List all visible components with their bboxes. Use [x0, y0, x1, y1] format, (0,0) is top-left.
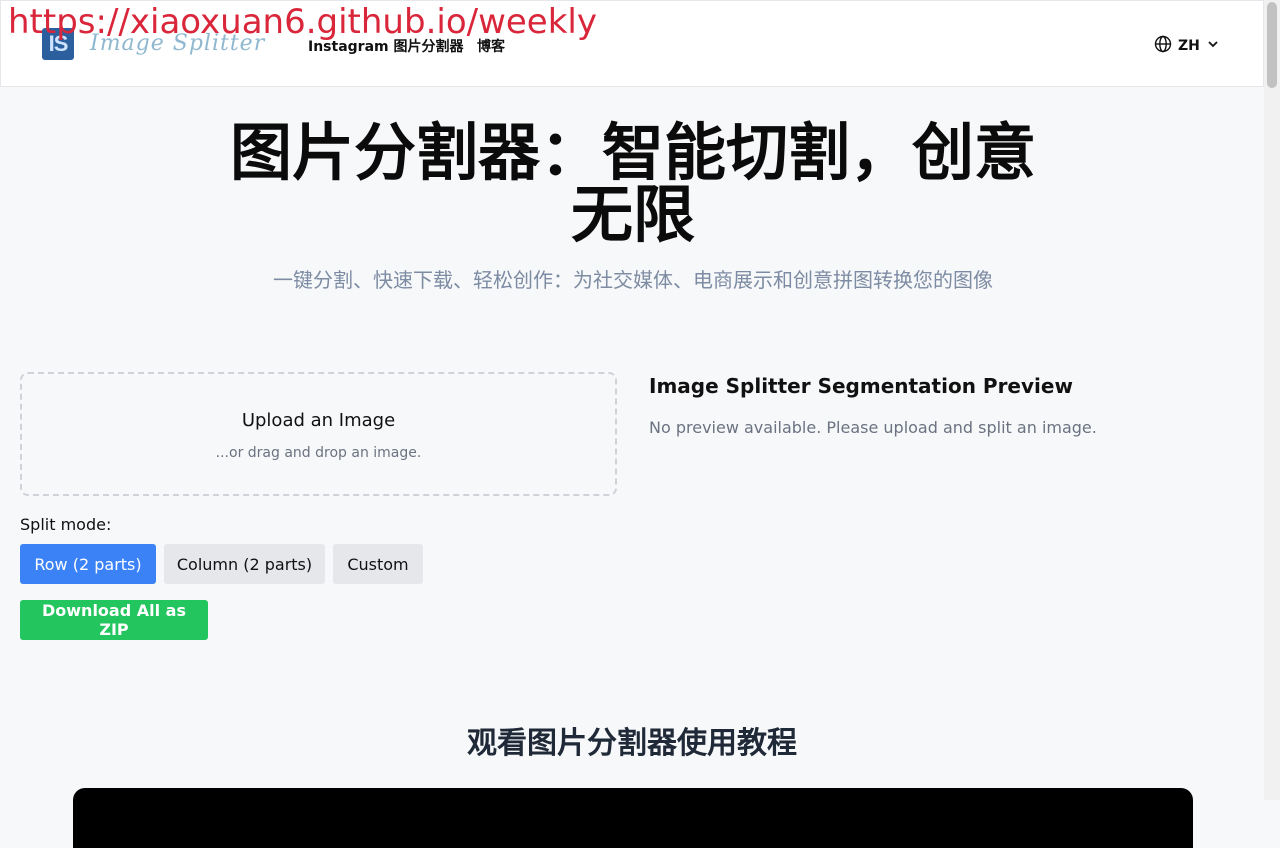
upload-hint: ...or drag and drop an image.	[215, 445, 422, 461]
upload-title: Upload an Image	[241, 410, 396, 431]
download-zip-button[interactable]: Download All as ZIP	[20, 600, 208, 640]
language-selector[interactable]: ZH	[1154, 35, 1220, 57]
globe-icon	[1154, 35, 1172, 57]
split-mode-row-button[interactable]: Row (2 parts)	[20, 544, 156, 584]
page-title: 图片分割器：智能切割，创意无限	[229, 116, 1036, 251]
split-mode-column-button[interactable]: Column (2 parts)	[164, 544, 325, 584]
tutorial-video-player[interactable]	[73, 788, 1193, 848]
split-mode-custom-button[interactable]: Custom	[333, 544, 423, 584]
preview-title: Image Splitter Segmentation Preview	[649, 374, 1073, 398]
scrollbar-thumb[interactable]	[1267, 2, 1277, 88]
page-subtitle: 一键分割、快速下载、轻松创作：为社交媒体、电商展示和创意拼图转换您的图像	[273, 268, 993, 292]
split-mode-label: Split mode:	[20, 515, 112, 534]
page-scrollbar[interactable]	[1264, 0, 1280, 800]
tutorial-title: 观看图片分割器使用教程	[467, 726, 797, 761]
chevron-down-icon	[1206, 37, 1220, 55]
url-watermark: https://xiaoxuan6.github.io/weekly	[8, 2, 597, 42]
upload-dropzone[interactable]: Upload an Image ...or drag and drop an i…	[20, 372, 617, 496]
language-label: ZH	[1178, 38, 1200, 54]
preview-empty-message: No preview available. Please upload and …	[649, 418, 1097, 437]
